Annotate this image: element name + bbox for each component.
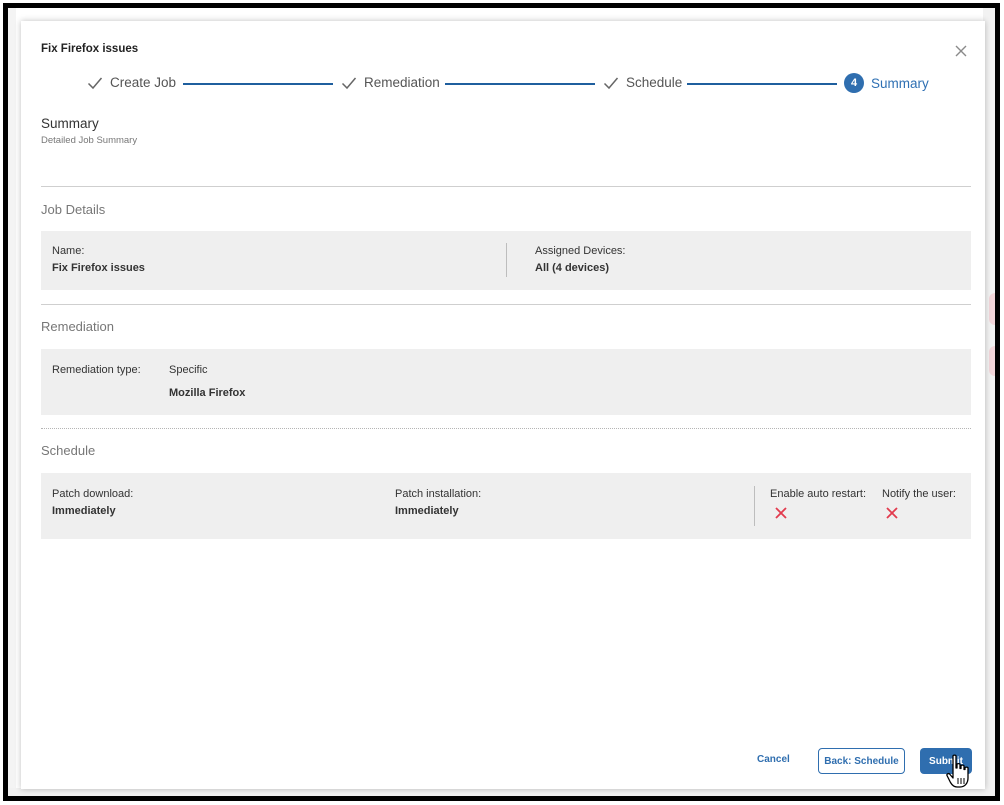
wizard-stepper: Create Job Remediation Schedule 4 Summar… [87,73,932,99]
notify-user-label: Notify the user: [882,488,956,500]
remediation-type-value: Specific [169,364,208,376]
assigned-devices-value: All (4 devices) [535,262,609,274]
step-connector [687,83,837,85]
job-wizard-dialog: Fix Firefox issues Create Job Remediatio… [21,21,985,789]
dialog-title: Fix Firefox issues [41,43,139,55]
job-details-panel: Name: Fix Firefox issues Assigned Device… [41,231,971,290]
page-title: Summary [41,116,99,131]
screenshot-frame: Fix Firefox issues Create Job Remediatio… [3,3,1000,801]
name-value: Fix Firefox issues [52,262,145,274]
step-label: Schedule [626,75,683,90]
close-button[interactable] [953,43,969,59]
page-subtitle: Detailed Job Summary [41,135,138,146]
divider [41,304,971,305]
check-icon [603,77,619,89]
step-label: Summary [871,75,929,91]
patch-download-label: Patch download: [52,488,134,500]
divider [41,186,971,187]
schedule-panel: Patch download: Immediately Patch instal… [41,473,971,539]
check-icon [87,77,103,89]
divider [754,486,755,526]
section-title-schedule: Schedule [41,443,96,458]
step-summary[interactable]: 4 Summary [844,73,929,93]
cross-icon [775,507,787,519]
close-icon [955,45,967,57]
remediation-product: Mozilla Firefox [169,387,246,399]
section-title-job-details: Job Details [41,202,106,217]
step-label: Remediation [364,75,440,90]
divider [41,428,971,429]
section-title-remediation: Remediation [41,319,114,334]
step-label: Create Job [110,75,177,90]
step-schedule[interactable]: Schedule [603,75,682,90]
assigned-devices-label: Assigned Devices: [535,245,626,257]
step-create-job[interactable]: Create Job [87,75,176,90]
backdrop [8,788,995,796]
cancel-button[interactable]: Cancel [757,754,790,765]
backdrop-highlight [989,346,995,376]
remediation-panel: Remediation type: Specific Mozilla Firef… [41,349,971,415]
auto-restart-label: Enable auto restart: [770,488,867,500]
step-remediation[interactable]: Remediation [341,75,440,90]
step-connector [183,83,333,85]
remediation-type-label: Remediation type: [52,364,141,376]
divider [506,243,507,277]
step-number-badge: 4 [844,73,864,93]
name-label: Name: [52,245,85,257]
patch-installation-label: Patch installation: [395,488,482,500]
check-icon [341,77,357,89]
hand-cursor-icon [946,754,969,788]
cross-icon [886,507,898,519]
step-connector [445,83,595,85]
back-button[interactable]: Back: Schedule [818,748,905,774]
patch-installation-value: Immediately [395,505,459,517]
backdrop-highlight [989,293,995,325]
backdrop [8,8,16,796]
patch-download-value: Immediately [52,505,116,517]
